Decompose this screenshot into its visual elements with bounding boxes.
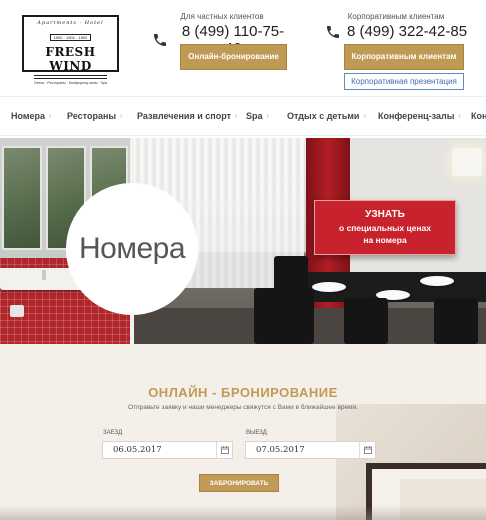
promo-line2: о специальных ценах: [339, 223, 431, 233]
calendar-icon[interactable]: [359, 442, 375, 458]
checkout-date-value: 07.05.2017: [256, 445, 305, 455]
nav-item-label: Номера: [11, 111, 46, 121]
calendar-icon[interactable]: [216, 442, 232, 458]
chevron-right-icon: ›: [120, 112, 123, 120]
logo-divider: [34, 75, 107, 79]
chevron-right-icon: ›: [49, 112, 52, 120]
corporate-phone[interactable]: 8 (499) 322-42-85: [322, 23, 470, 40]
main-nav: Номера › Рестораны › Развлечения и спорт › …: [0, 96, 486, 136]
book-submit-button[interactable]: ЗАБРОНИРОВАТЬ: [199, 474, 279, 492]
logo[interactable]: Apartments · Hotel 1900 · 1901 · 1902 FR…: [22, 15, 119, 85]
private-caption: Для частных клиентов: [180, 12, 264, 21]
chevron-right-icon: ›: [363, 112, 366, 120]
nav-item-kids[interactable]: Отдых с детьми ›: [287, 111, 366, 121]
booking-subtitle: Отправьте заявку и наши менеджеры свяжут…: [128, 404, 358, 411]
corporate-clients-button[interactable]: Корпоративным клиентам: [344, 44, 464, 70]
logo-tagline: Apartments · Hotel: [37, 20, 104, 26]
promo-line3: на номера: [363, 235, 407, 245]
nav-item-spa[interactable]: Spa ›: [246, 111, 269, 121]
nav-item-label: Кон: [471, 111, 486, 121]
nav-item-entertainment[interactable]: Развлечения и спорт ›: [137, 111, 237, 121]
online-booking-button[interactable]: Онлайн-бронирование: [180, 44, 287, 70]
nav-item-label: Конференц-залы: [378, 111, 455, 121]
checkin-date-value: 06.05.2017: [113, 445, 162, 455]
phone-icon: [325, 24, 341, 40]
chevron-right-icon: ›: [266, 112, 269, 120]
logo-subline: Отель · Рестораны · Конференц-залы · Spa: [33, 81, 108, 85]
chevron-right-icon: ›: [234, 112, 238, 120]
hero-title: Номера: [78, 232, 186, 265]
nav-item-rooms[interactable]: Номера ›: [11, 111, 51, 121]
nav-item-restaurants[interactable]: Рестораны ›: [67, 111, 122, 121]
booking-title: ОНЛАЙН - БРОНИРОВАНИЕ: [148, 385, 338, 400]
checkin-label: ЗАЕЗД: [103, 430, 123, 436]
nav-item-more[interactable]: Кон: [471, 111, 486, 121]
nav-item-label: Развлечения и спорт: [137, 111, 231, 121]
logo-name: FRESH WIND: [45, 45, 96, 73]
hero-title-badge: Номера: [66, 183, 198, 315]
nav-item-label: Рестораны: [67, 111, 117, 121]
corporate-presentation-link[interactable]: Корпоративная презентация: [344, 73, 464, 90]
phone-icon: [152, 32, 168, 48]
page: Apartments · Hotel 1900 · 1901 · 1902 FR…: [0, 0, 486, 520]
promo-line1: УЗНАТЬ: [365, 209, 405, 220]
corporate-caption: Корпоративным клиентам: [347, 12, 445, 21]
nav-item-label: Отдых с детьми: [287, 111, 360, 121]
checkout-label: ВЫЕЗД: [246, 430, 267, 436]
checkout-date-input[interactable]: 07.05.2017: [245, 441, 376, 459]
private-contact: Для частных клиентов 8 (499) 110-75-46 О…: [152, 12, 292, 70]
nav-item-label: Spa: [246, 111, 263, 121]
corporate-phone-number: 8 (499) 322-42-85: [346, 23, 468, 40]
logo-year-badge: 1900 · 1901 · 1902: [49, 34, 92, 41]
special-prices-banner[interactable]: УЗНАТЬ о специальных ценах на номера: [314, 200, 456, 255]
chevron-right-icon: ›: [458, 112, 461, 120]
nav-item-conference[interactable]: Конференц-залы ›: [378, 111, 461, 121]
corporate-contact: Корпоративным клиентам 8 (499) 322-42-85…: [322, 12, 470, 90]
header: Apartments · Hotel 1900 · 1901 · 1902 FR…: [0, 0, 486, 95]
checkin-date-input[interactable]: 06.05.2017: [102, 441, 233, 459]
